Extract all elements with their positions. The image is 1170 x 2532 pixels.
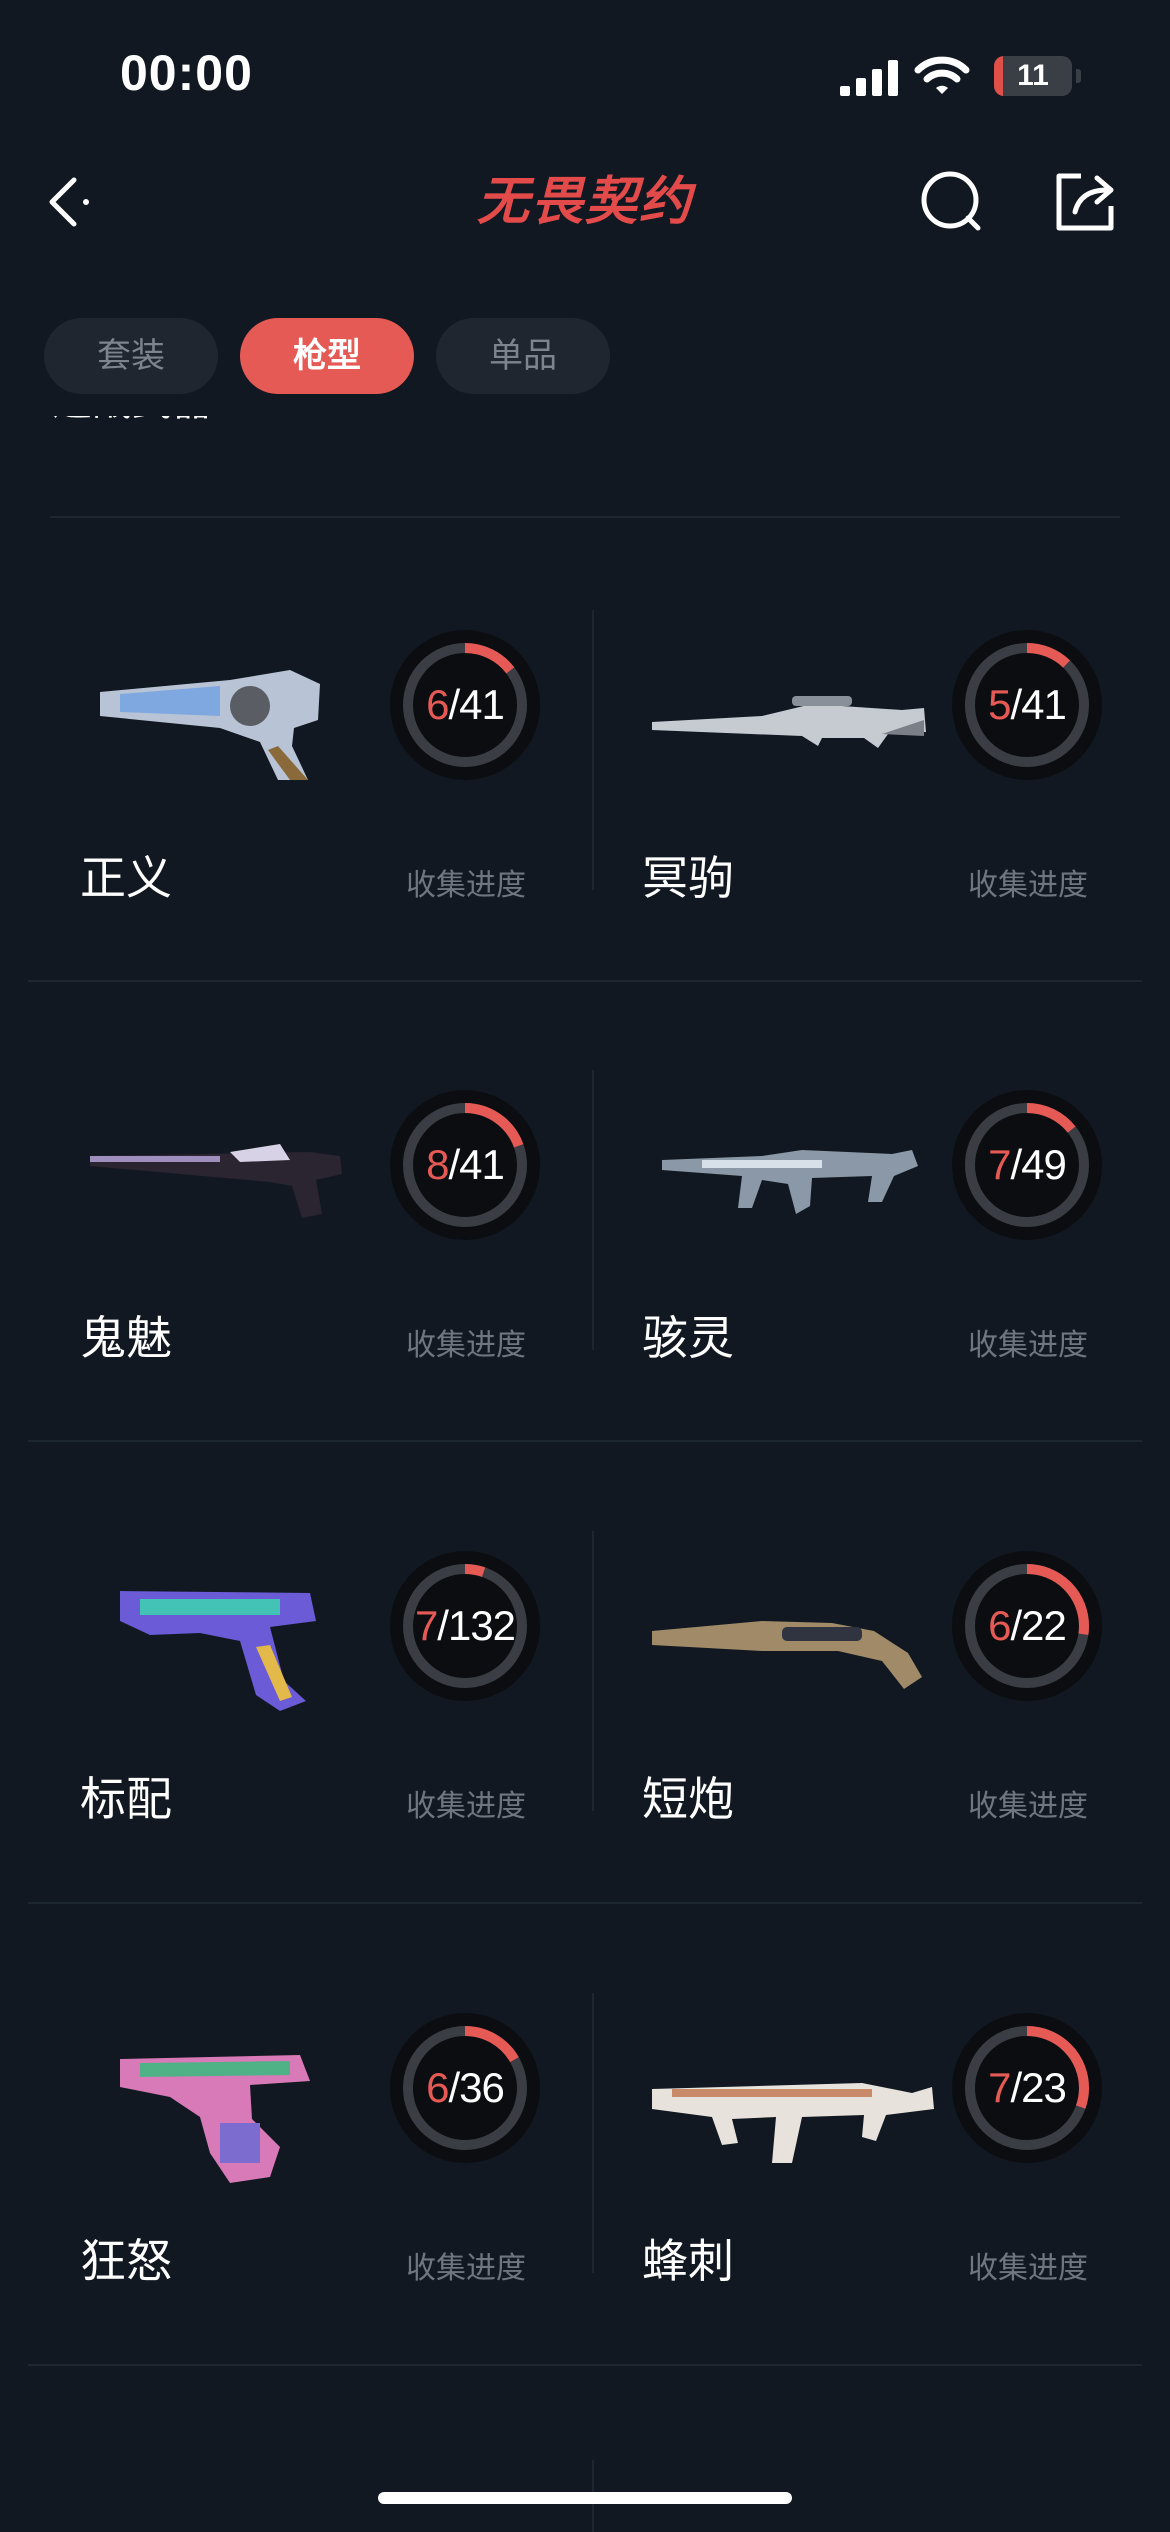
section-title: 近战武器 <box>52 416 352 466</box>
weapon-card[interactable]: 鬼魅 8/41 收集进度 <box>30 1020 590 1480</box>
weapon-name: 标配 <box>80 1772 172 1826</box>
weapon-card[interactable]: 短炮 6/22 收集进度 <box>592 1481 1152 1941</box>
weapon-card[interactable]: 冥驹 5/41 收集进度 <box>592 560 1152 1020</box>
divider <box>28 2364 1142 2366</box>
collected-count: 7 <box>414 1602 438 1649</box>
sniper-image <box>652 696 926 748</box>
back-icon[interactable] <box>30 162 110 242</box>
collected-count: 6 <box>988 1602 1011 1649</box>
collection-count: 6/41 <box>390 630 540 780</box>
collection-caption: 收集进度 <box>968 868 1088 903</box>
collection-caption: 收集进度 <box>968 1328 1088 1363</box>
collection-count: 5/41 <box>952 630 1102 780</box>
divider <box>28 1440 1142 1442</box>
nav-bar: 无畏契约 <box>0 150 1170 260</box>
total-count: /23 <box>1010 2064 1066 2111</box>
weapon-name: 冥驹 <box>642 851 734 905</box>
weapon-name: 骇灵 <box>642 1311 734 1365</box>
weapon-name: 鬼魅 <box>80 1311 172 1365</box>
divider <box>28 1902 1142 1904</box>
total-count: /49 <box>1010 1141 1066 1188</box>
wifi-icon <box>914 56 970 94</box>
stinger-image <box>652 2083 934 2163</box>
tab-weapon-type[interactable]: 枪型 <box>240 318 414 394</box>
collection-count: 8/41 <box>390 1090 540 1240</box>
divider <box>28 980 1142 982</box>
status-time: 00:00 <box>120 45 253 101</box>
collection-caption: 收集进度 <box>968 2251 1088 2286</box>
pistol-suppressed-image <box>90 1144 342 1218</box>
total-count: /36 <box>448 2064 504 2111</box>
collected-count: 5 <box>988 681 1011 728</box>
collection-caption: 收集进度 <box>406 2251 526 2286</box>
weapon-card[interactable]: 标配 7/132 收集进度 <box>30 1481 590 1941</box>
weapon-name: 狂怒 <box>80 2234 172 2288</box>
divider <box>50 516 1120 518</box>
battery-icon: 11 <box>994 56 1072 96</box>
weapon-name: 蜂刺 <box>642 2234 734 2288</box>
weapon-name: 正义 <box>80 851 172 905</box>
collection-count: 6/22 <box>952 1551 1102 1701</box>
smg-image <box>662 1150 918 1214</box>
total-count: /41 <box>1010 681 1066 728</box>
cellular-signal-icon <box>840 60 898 96</box>
search-icon[interactable] <box>912 162 992 242</box>
collection-count: 7/132 <box>390 1551 540 1701</box>
section-title-text: 近战武器 <box>52 416 352 452</box>
weapon-name: 短炮 <box>642 1772 734 1826</box>
collection-caption: 收集进度 <box>406 868 526 903</box>
collected-count: 7 <box>988 2064 1011 2111</box>
pistol-image <box>120 1591 316 1711</box>
revolver-image <box>100 670 320 780</box>
collection-count: 6/36 <box>390 2013 540 2163</box>
weapon-card[interactable]: 骇灵 7/49 收集进度 <box>592 1020 1152 1480</box>
tab-outfit[interactable]: 套装 <box>44 318 218 394</box>
status-bar: 00:00 11 <box>0 0 1170 150</box>
weapon-card[interactable]: 正义 6/41 收集进度 <box>30 560 590 1020</box>
collection-count: 7/49 <box>952 1090 1102 1240</box>
total-count: /41 <box>448 681 504 728</box>
home-indicator[interactable] <box>378 2492 792 2504</box>
total-count: /22 <box>1010 1602 1066 1649</box>
battery-tip <box>1076 69 1081 83</box>
machine-pistol-image <box>120 2055 310 2183</box>
collection-count: 7/23 <box>952 2013 1102 2163</box>
collection-caption: 收集进度 <box>968 1789 1088 1824</box>
weapon-card[interactable]: 狂怒 6/36 收集进度 <box>30 1943 590 2403</box>
collection-caption: 收集进度 <box>406 1789 526 1824</box>
share-icon[interactable] <box>1045 162 1125 242</box>
tab-single-item[interactable]: 单品 <box>436 318 610 394</box>
shotgun-image <box>652 1621 922 1689</box>
collected-count: 6 <box>426 2064 449 2111</box>
app-logo: 无畏契约 <box>476 172 693 232</box>
battery-level: 11 <box>1017 59 1049 92</box>
collected-count: 7 <box>988 1141 1011 1188</box>
total-count: /132 <box>437 1602 516 1649</box>
collected-count: 8 <box>426 1141 449 1188</box>
collected-count: 6 <box>426 681 449 728</box>
weapon-card[interactable]: 蜂刺 7/23 收集进度 <box>592 1943 1152 2403</box>
collection-caption: 收集进度 <box>406 1328 526 1363</box>
total-count: /41 <box>448 1141 504 1188</box>
